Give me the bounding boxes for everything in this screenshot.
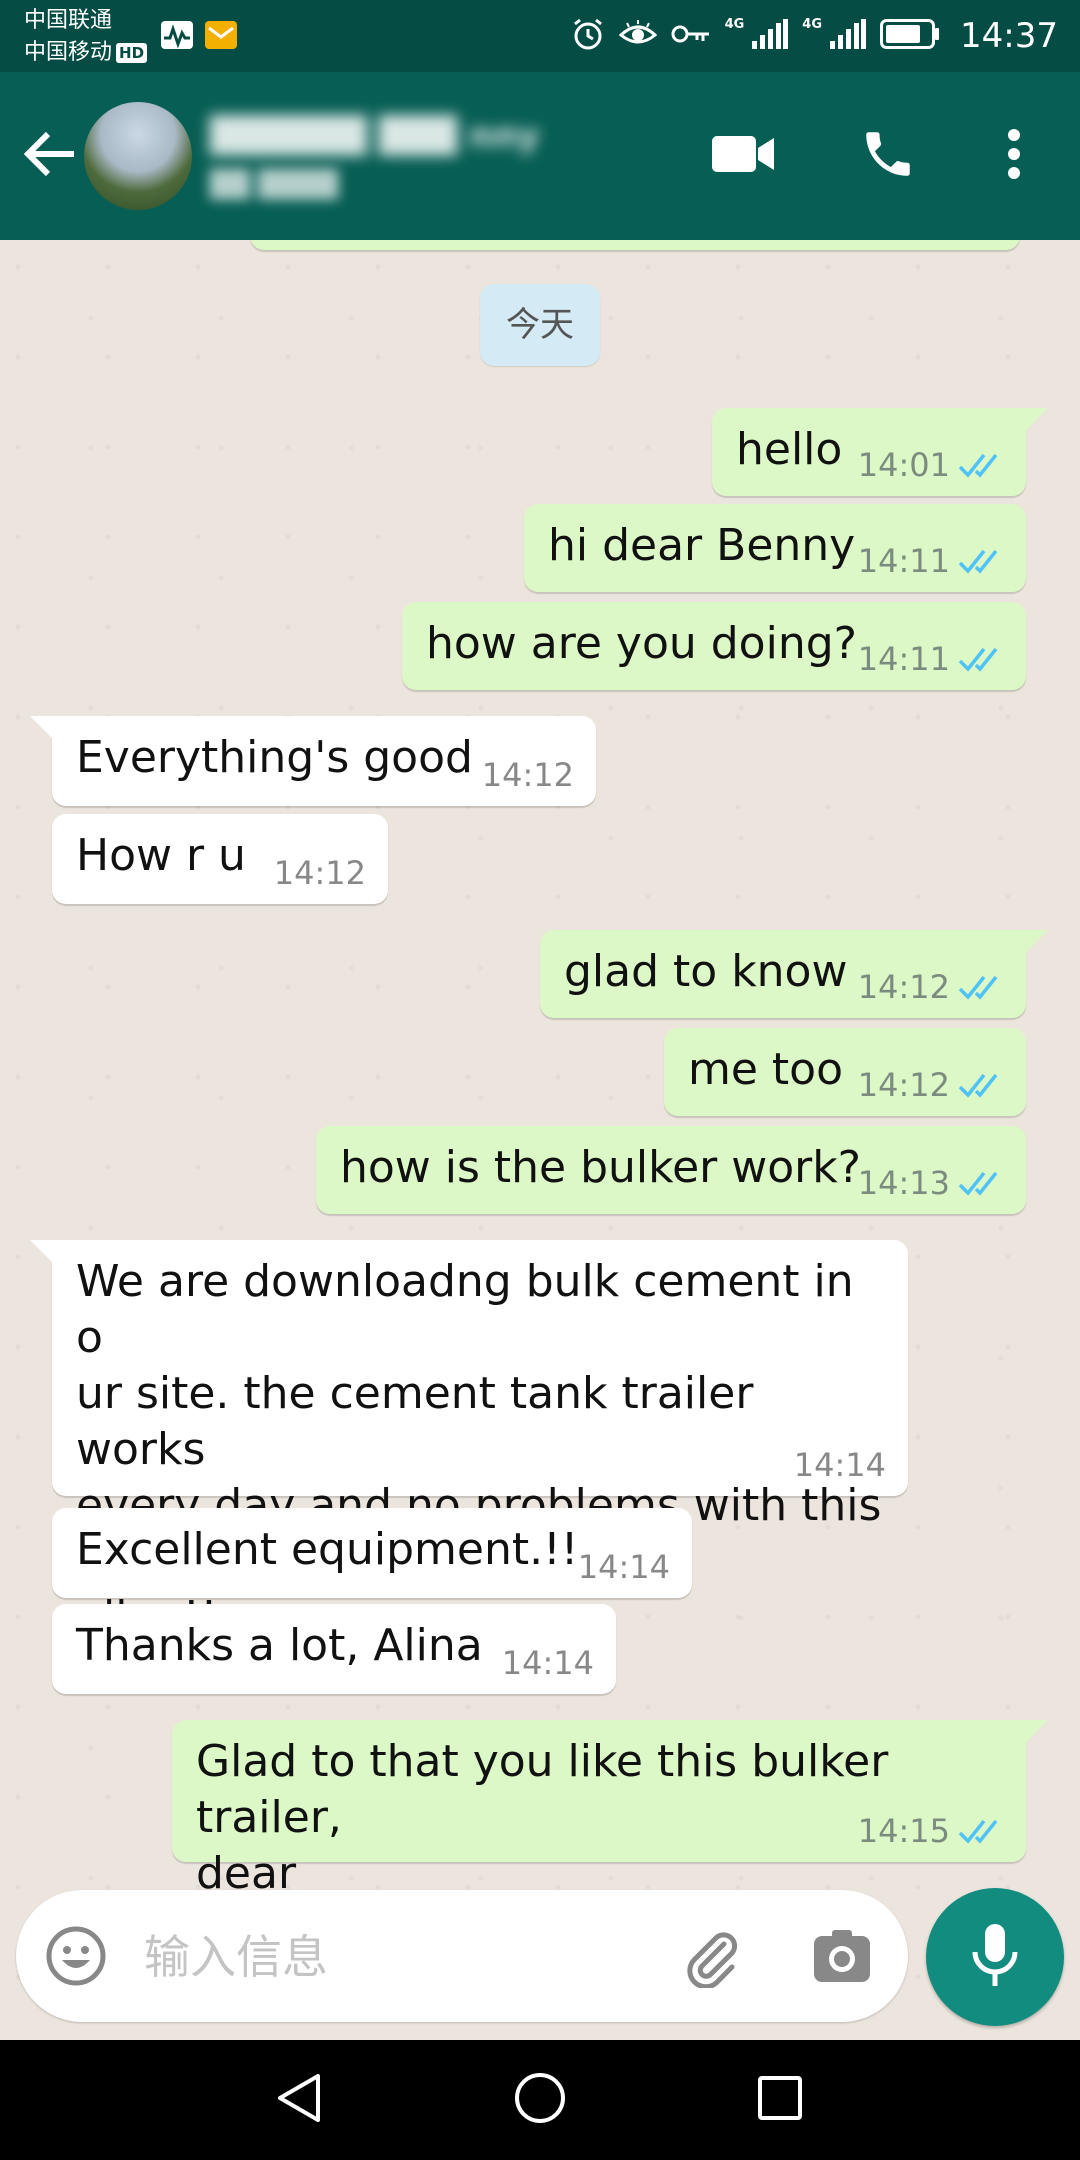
message-time: 14:13 bbox=[857, 1164, 950, 1202]
contact-avatar[interactable] bbox=[84, 102, 192, 210]
outgoing-message[interactable]: how is the bulker work? 14:13 bbox=[316, 1126, 1026, 1214]
message-time: 14:15 bbox=[857, 1812, 950, 1850]
carrier-2-row: 中国移动 HD bbox=[24, 38, 148, 68]
more-options-button[interactable] bbox=[982, 124, 1046, 188]
incoming-message[interactable]: Everything's good 14:12 bbox=[30, 716, 596, 806]
outgoing-message[interactable]: hello 14:01 bbox=[712, 408, 1048, 496]
contact-status: ██ ████ bbox=[210, 170, 339, 200]
double-check-icon bbox=[958, 973, 1004, 1001]
message-meta: 14:12 bbox=[482, 756, 574, 794]
contact-name[interactable]: ██████ ███ nny bbox=[210, 116, 540, 156]
signal-icon bbox=[752, 19, 789, 53]
network-1-label: 4G bbox=[724, 16, 745, 32]
network-2-label: 4G bbox=[802, 16, 823, 32]
message-meta: 14:12 bbox=[858, 968, 1004, 1006]
double-check-icon bbox=[958, 1071, 1004, 1099]
status-icons: 4G 4G 14:37 bbox=[571, 14, 1058, 58]
message-meta: 14:15 bbox=[858, 1812, 1004, 1850]
pulse-icon bbox=[160, 20, 194, 54]
carrier-1-label: 中国联通 bbox=[24, 8, 113, 33]
message-time: 14:14 bbox=[577, 1548, 670, 1586]
message-input[interactable] bbox=[142, 1924, 666, 1990]
paperclip-icon bbox=[680, 1932, 744, 1992]
recents-square-icon bbox=[752, 2070, 808, 2130]
message-time: 14:12 bbox=[857, 1066, 950, 1104]
system-nav-bar bbox=[0, 2040, 1080, 2160]
camera-icon bbox=[810, 1930, 874, 1992]
message-time: 14:14 bbox=[501, 1644, 594, 1682]
carrier-2-label: 中国移动 bbox=[24, 40, 113, 65]
back-triangle-icon bbox=[272, 2070, 328, 2130]
message-meta: 14:12 bbox=[858, 1066, 1004, 1104]
message-time: 14:12 bbox=[481, 756, 574, 794]
double-check-icon bbox=[958, 451, 1004, 479]
message-meta: 14:14 bbox=[578, 1548, 670, 1586]
incoming-message[interactable]: We are downloadng bulk cement in o ur si… bbox=[30, 1240, 908, 1643]
chat-header: ██████ ███ nny ██ ████ bbox=[0, 72, 1080, 240]
nav-recents-button[interactable] bbox=[744, 2064, 816, 2136]
outgoing-message[interactable]: me too 14:12 bbox=[664, 1028, 1026, 1116]
incoming-message[interactable]: Excellent equipment.!! 14:14 bbox=[52, 1508, 692, 1598]
hd-badge: HD bbox=[116, 43, 148, 63]
message-meta: 14:13 bbox=[858, 1164, 1004, 1202]
message-time: 14:14 bbox=[793, 1446, 886, 1484]
battery-icon bbox=[880, 19, 940, 53]
nav-back-button[interactable] bbox=[264, 2064, 336, 2136]
double-check-icon bbox=[958, 1817, 1004, 1845]
message-meta: 14:12 bbox=[274, 854, 366, 892]
message-time: 14:11 bbox=[857, 640, 950, 678]
phone-call-icon bbox=[859, 125, 917, 187]
outgoing-message[interactable]: glad to know 14:12 bbox=[540, 930, 1048, 1018]
status-clock: 14:37 bbox=[960, 16, 1058, 56]
previous-message-bubble[interactable] bbox=[250, 240, 1020, 250]
voice-message-button[interactable] bbox=[926, 1888, 1064, 2026]
back-button[interactable] bbox=[18, 122, 82, 186]
message-time: 14:11 bbox=[857, 542, 950, 580]
message-meta: 14:14 bbox=[502, 1644, 594, 1682]
message-meta: 14:11 bbox=[858, 542, 1004, 580]
nav-home-button[interactable] bbox=[504, 2064, 576, 2136]
key-icon bbox=[671, 22, 711, 50]
chat-messages[interactable]: 今天 hello 14:01 hi dear Benny 14:11 how a… bbox=[0, 240, 1080, 2040]
video-call-icon bbox=[712, 132, 776, 180]
back-arrow-icon bbox=[18, 131, 82, 190]
incoming-message[interactable]: How r u 14:12 bbox=[52, 814, 388, 904]
attach-button[interactable] bbox=[680, 1924, 744, 1990]
video-call-button[interactable] bbox=[712, 124, 776, 188]
double-check-icon bbox=[958, 1169, 1004, 1197]
outgoing-message[interactable]: how are you doing? 14:11 bbox=[402, 602, 1026, 690]
alarm-icon bbox=[571, 17, 605, 55]
camera-button[interactable] bbox=[810, 1924, 874, 1988]
eye-icon bbox=[618, 19, 657, 53]
double-check-icon bbox=[958, 547, 1004, 575]
outgoing-message[interactable]: Glad to that you like this bulker traile… bbox=[172, 1720, 1048, 1899]
message-composer bbox=[16, 1890, 908, 2022]
message-meta: 14:14 bbox=[794, 1446, 886, 1484]
double-check-icon bbox=[958, 645, 1004, 673]
emoji-button[interactable] bbox=[44, 1924, 108, 1988]
message-time: 14:12 bbox=[857, 968, 950, 1006]
message-meta: 14:01 bbox=[858, 446, 1004, 484]
signal-icon bbox=[830, 19, 867, 53]
more-vert-icon bbox=[1006, 128, 1022, 184]
phone-call-button[interactable] bbox=[856, 124, 920, 188]
message-time: 14:01 bbox=[857, 446, 950, 484]
date-divider: 今天 bbox=[480, 284, 600, 366]
mail-icon bbox=[204, 20, 238, 54]
microphone-icon bbox=[970, 1922, 1020, 1992]
outgoing-message[interactable]: hi dear Benny 14:11 bbox=[524, 504, 1026, 592]
message-meta: 14:11 bbox=[858, 640, 1004, 678]
home-circle-icon bbox=[512, 2070, 568, 2130]
message-time: 14:12 bbox=[273, 854, 366, 892]
emoji-icon bbox=[44, 1926, 108, 1992]
status-bar: 中国联通 中国移动 HD 4G 4G 14:37 bbox=[0, 0, 1080, 72]
incoming-message[interactable]: Thanks a lot, Alina 14:14 bbox=[52, 1604, 616, 1694]
